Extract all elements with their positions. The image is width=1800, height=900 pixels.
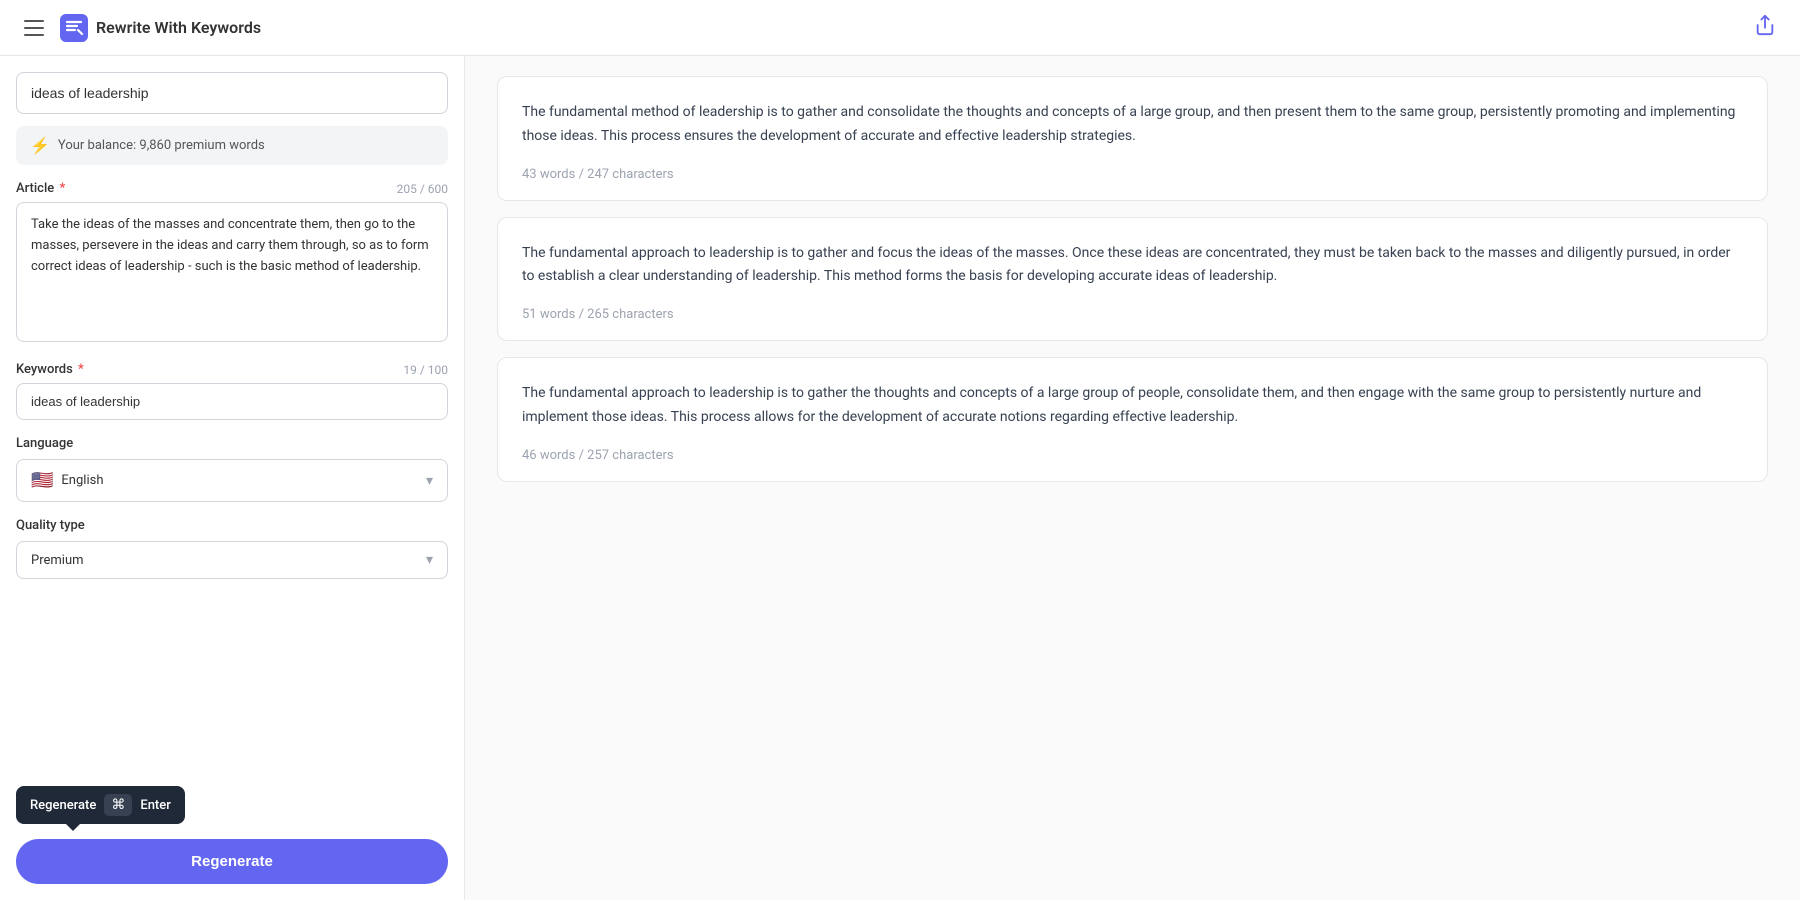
result-card-1: The fundamental method of leadership is … xyxy=(497,76,1768,201)
article-textarea[interactable]: Take the ideas of the masses and concent… xyxy=(16,202,448,342)
bottom-bar: Regenerate xyxy=(0,827,464,900)
keywords-required: * xyxy=(78,362,84,377)
main-layout: ⚡ Your balance: 9,860 premium words Arti… xyxy=(0,56,1800,900)
tooltip-label: Regenerate xyxy=(30,798,96,813)
quality-value: Premium xyxy=(31,553,84,568)
article-label: Article * xyxy=(16,181,65,196)
title-input[interactable] xyxy=(16,72,448,114)
app-header: Rewrite With Keywords xyxy=(0,0,1800,56)
quality-dropdown[interactable]: Premium ▾ xyxy=(16,541,448,579)
menu-button[interactable] xyxy=(20,16,48,40)
result-text-1: The fundamental method of leadership is … xyxy=(522,101,1743,149)
result-text-3: The fundamental approach to leadership i… xyxy=(522,382,1743,430)
article-label-row: Article * 205 / 600 xyxy=(16,181,448,196)
left-scroll-area: ⚡ Your balance: 9,860 premium words Arti… xyxy=(0,56,464,827)
regenerate-tooltip: Regenerate ⌘ Enter xyxy=(16,786,185,824)
language-dropdown-left: 🇺🇸 English xyxy=(31,470,103,491)
result-meta-3: 46 words / 257 characters xyxy=(522,448,674,463)
cmd-symbol: ⌘ xyxy=(111,797,125,813)
quality-label: Quality type xyxy=(16,518,448,533)
lightning-icon: ⚡ xyxy=(30,136,50,155)
language-value: English xyxy=(61,473,103,488)
flag-icon: 🇺🇸 xyxy=(31,470,53,491)
quality-chevron-icon: ▾ xyxy=(426,552,433,568)
right-panel: The fundamental method of leadership is … xyxy=(465,56,1800,900)
keywords-input[interactable] xyxy=(16,383,448,420)
result-meta-1: 43 words / 247 characters xyxy=(522,167,674,182)
header-left: Rewrite With Keywords xyxy=(20,14,261,42)
balance-box: ⚡ Your balance: 9,860 premium words xyxy=(16,126,448,165)
language-dropdown[interactable]: 🇺🇸 English ▾ xyxy=(16,459,448,502)
keywords-counter: 19 / 100 xyxy=(403,363,448,377)
keywords-label-row: Keywords * 19 / 100 xyxy=(16,362,448,377)
app-title: Rewrite With Keywords xyxy=(96,18,261,37)
result-meta-2: 51 words / 265 characters xyxy=(522,307,674,322)
enter-label: Enter xyxy=(140,798,170,813)
keywords-label: Keywords * xyxy=(16,362,84,377)
result-text-2: The fundamental approach to leadership i… xyxy=(522,242,1743,290)
article-counter: 205 / 600 xyxy=(397,182,448,196)
result-card-2: The fundamental approach to leadership i… xyxy=(497,217,1768,342)
kbd-cmd: ⌘ xyxy=(104,794,132,816)
logo-area: Rewrite With Keywords xyxy=(60,14,261,42)
result-card-3: The fundamental approach to leadership i… xyxy=(497,357,1768,482)
share-button[interactable] xyxy=(1750,10,1780,45)
article-required: * xyxy=(59,181,65,196)
language-chevron-icon: ▾ xyxy=(426,473,433,489)
logo-icon xyxy=(60,14,88,42)
language-label: Language xyxy=(16,436,448,451)
left-panel: ⚡ Your balance: 9,860 premium words Arti… xyxy=(0,56,465,900)
balance-text: Your balance: 9,860 premium words xyxy=(58,138,265,153)
regenerate-button[interactable]: Regenerate xyxy=(16,839,448,884)
